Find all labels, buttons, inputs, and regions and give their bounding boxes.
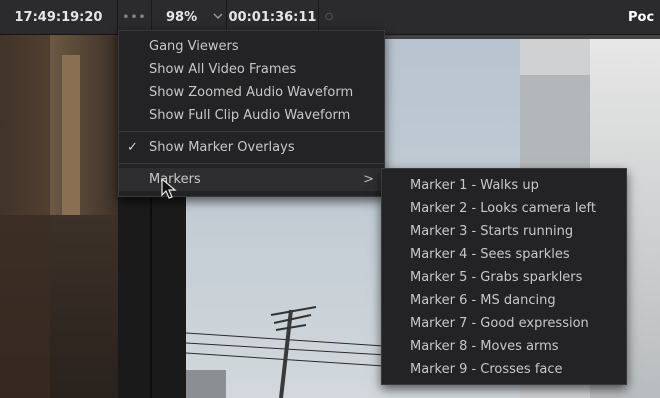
marker-item-6[interactable]: Marker 6 - MS dancing [382, 289, 626, 312]
marker-item-7[interactable]: Marker 7 - Good expression [382, 312, 626, 335]
chevron-right-icon: > [363, 172, 374, 187]
menu-item-show-marker-overlays[interactable]: ✓ Show Marker Overlays [119, 136, 384, 159]
marker-item-4[interactable]: Marker 4 - Sees sparkles [382, 243, 626, 266]
source-timecode[interactable]: 17:49:19:20 [0, 0, 118, 34]
marker-item-1[interactable]: Marker 1 - Walks up [382, 174, 626, 197]
viewer-title: Poc [628, 9, 655, 25]
marker-item-8[interactable]: Marker 8 - Moves arms [382, 335, 626, 358]
status-dot-icon: ○ [325, 12, 333, 22]
menu-divider [119, 131, 384, 132]
menu-item-gang-viewers[interactable]: Gang Viewers [119, 35, 384, 58]
viewer-options-button[interactable]: ••• [118, 0, 152, 34]
mouse-cursor-icon [161, 178, 177, 199]
menu-item-show-all-video-frames[interactable]: Show All Video Frames [119, 58, 384, 81]
marker-item-2[interactable]: Marker 2 - Looks camera left [382, 197, 626, 220]
duration-timecode: 00:01:36:11 [227, 0, 319, 34]
markers-submenu: Marker 1 - Walks up Marker 2 - Looks cam… [381, 168, 627, 385]
menu-item-show-full-clip-audio-waveform[interactable]: Show Full Clip Audio Waveform [119, 104, 384, 127]
marker-item-9[interactable]: Marker 9 - Crosses face [382, 358, 626, 381]
chevron-down-icon [213, 12, 223, 23]
zoom-value: 98% [166, 9, 198, 25]
menu-item-show-zoomed-audio-waveform[interactable]: Show Zoomed Audio Waveform [119, 81, 384, 104]
marker-item-3[interactable]: Marker 3 - Starts running [382, 220, 626, 243]
zoom-dropdown[interactable]: 98% [152, 0, 227, 34]
checkmark-icon: ✓ [127, 140, 138, 155]
marker-item-5[interactable]: Marker 5 - Grabs sparklers [382, 266, 626, 289]
viewer-options-menu: Gang Viewers Show All Video Frames Show … [118, 30, 385, 197]
menu-item-markers[interactable]: Markers > [119, 168, 384, 191]
menu-divider [119, 163, 384, 164]
